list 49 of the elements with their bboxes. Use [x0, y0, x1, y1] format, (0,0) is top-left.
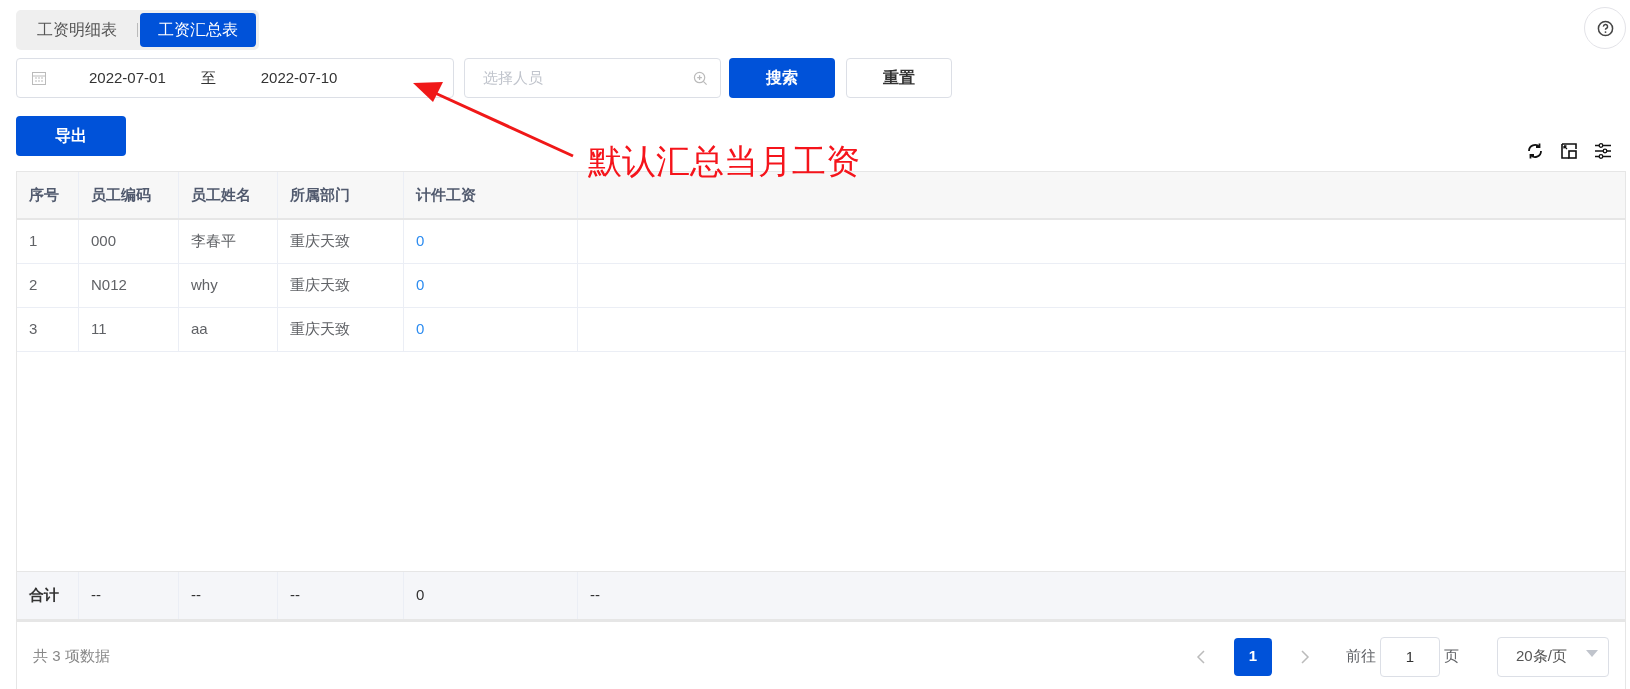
- window-resize-button[interactable]: [1560, 142, 1578, 160]
- page-number-button[interactable]: 1: [1234, 637, 1272, 676]
- search-button[interactable]: 搜索: [729, 58, 835, 98]
- summary-cell: --: [278, 572, 404, 619]
- column-header: 所属部门: [278, 172, 404, 218]
- date-range-field[interactable]: 2022-07-01 至 2022-07-10: [16, 58, 454, 98]
- date-start: 2022-07-01: [89, 67, 166, 88]
- column-header: 员工姓名: [179, 172, 278, 218]
- table-cell: 重庆天致: [278, 264, 404, 307]
- goto-label: 前往: [1346, 646, 1376, 667]
- refresh-button[interactable]: [1526, 142, 1544, 160]
- wage-link[interactable]: 0: [404, 220, 578, 263]
- table-cell: N012: [79, 264, 179, 307]
- page-input[interactable]: 1: [1380, 636, 1440, 677]
- caret-down-icon: [1586, 649, 1598, 657]
- table-cell: 2: [17, 264, 79, 307]
- summary-label: 合计: [17, 572, 79, 619]
- table-cell: 重庆天致: [278, 308, 404, 351]
- annotation-text: 默认汇总当月工资: [588, 143, 860, 181]
- table-cell: 1: [17, 220, 79, 263]
- column-header: 序号: [17, 172, 79, 218]
- table-cell: 李春平: [179, 220, 278, 263]
- wage-link[interactable]: 0: [404, 264, 578, 307]
- help-icon: [1596, 19, 1614, 37]
- wage-link[interactable]: 0: [404, 308, 578, 351]
- calendar-icon: [31, 70, 47, 86]
- column-header: 员工编码: [79, 172, 179, 218]
- column-header: 计件工资: [404, 172, 578, 218]
- summary-cell: 0: [404, 572, 578, 619]
- summary-cell-text: --: [589, 585, 601, 606]
- date-end: 2022-07-10: [260, 67, 338, 88]
- table-cell: 重庆天致: [278, 220, 404, 263]
- table-cell: aa: [179, 308, 278, 351]
- summary-cell: --: [79, 572, 179, 619]
- table-cell: 3: [17, 308, 79, 351]
- page-size-select[interactable]: 20条/页: [1497, 636, 1609, 677]
- export-button[interactable]: 导出: [16, 116, 126, 156]
- summary-cell: --: [179, 572, 278, 619]
- page-unit-label: 页: [1444, 646, 1459, 667]
- settings-button[interactable]: [1594, 142, 1612, 160]
- total-count: 共 3 项数据: [33, 646, 110, 667]
- date-separator: 至: [200, 67, 216, 88]
- zoom-in-icon: [693, 70, 708, 86]
- table-cell: why: [179, 264, 278, 307]
- tab[interactable]: 工资明细表: [19, 13, 135, 47]
- table-cell: 11: [79, 308, 179, 351]
- table-cell: 000: [79, 220, 179, 263]
- tab[interactable]: 工资汇总表: [140, 13, 256, 47]
- reset-button[interactable]: 重置: [846, 58, 952, 98]
